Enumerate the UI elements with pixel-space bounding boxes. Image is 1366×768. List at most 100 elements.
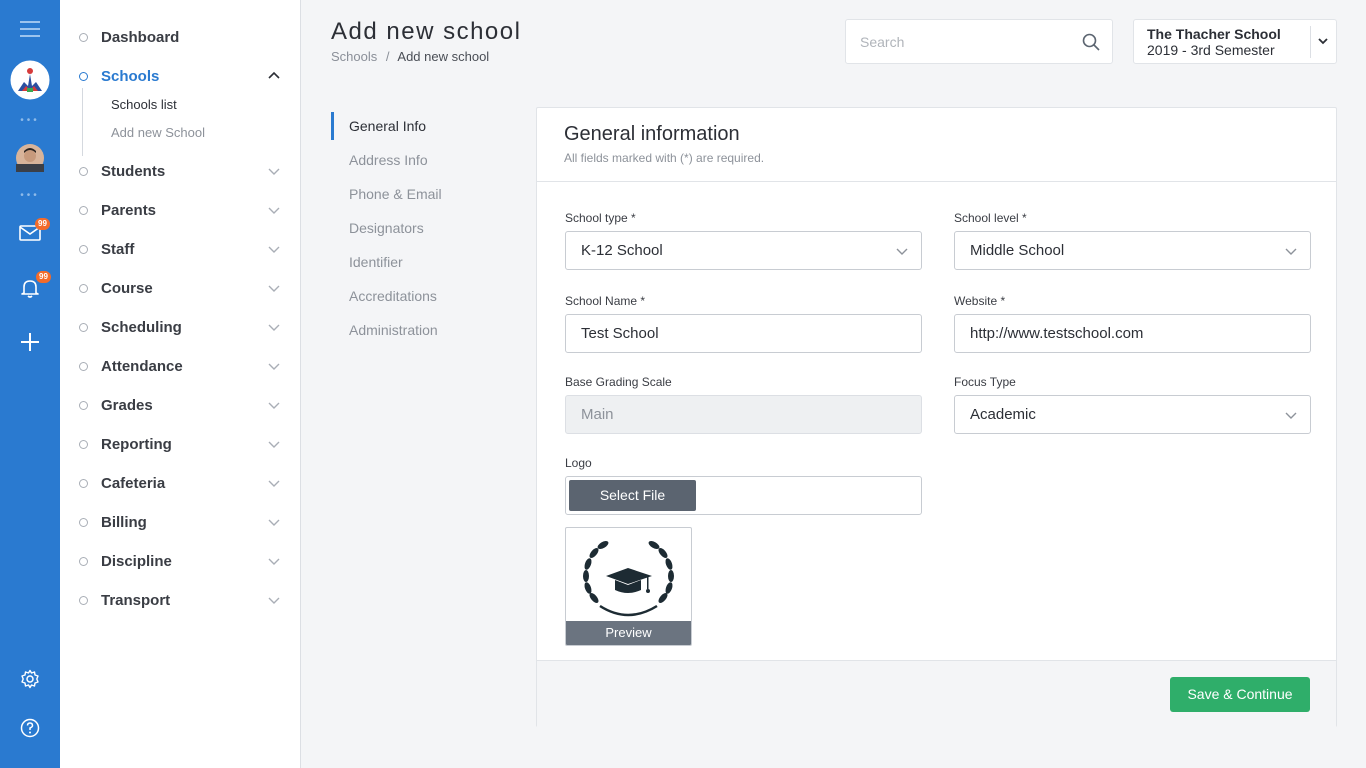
card-footer: Save & Continue <box>537 660 1336 727</box>
search-box <box>845 19 1113 64</box>
chevron-down-icon <box>268 519 280 526</box>
tab-general-info[interactable]: General Info <box>331 112 426 140</box>
card-subtitle: All fields marked with (*) are required. <box>564 151 765 165</box>
sidebar-item-label: Billing <box>101 513 147 531</box>
chevron-down-icon <box>896 248 908 255</box>
help-icon[interactable] <box>0 717 60 739</box>
sidebar-item-label: Grades <box>101 396 153 414</box>
bullet-icon <box>79 205 88 215</box>
menu-icon[interactable] <box>0 16 60 42</box>
logo-label: Logo <box>565 456 592 470</box>
search-input[interactable] <box>860 32 1070 52</box>
school-type-label: School type * <box>565 211 636 225</box>
school-level-value: Middle School <box>970 242 1065 259</box>
logo-file-input: Select File <box>565 476 922 515</box>
school-type-value: K-12 School <box>581 242 663 259</box>
submenu-line <box>82 88 83 156</box>
chevron-down-icon <box>268 324 280 331</box>
select-file-button[interactable]: Select File <box>569 480 696 511</box>
sidebar-item-dashboard[interactable]: Dashboard <box>60 22 300 52</box>
submenu-add-new-school[interactable]: Add new School <box>111 125 205 140</box>
sidebar-item-transport[interactable]: Transport <box>60 585 300 615</box>
mail-icon: 99 <box>19 217 50 246</box>
sidebar-item-label: Schools <box>101 67 160 85</box>
notification-badge: 99 <box>36 270 51 283</box>
rail-separator: ••• <box>20 190 40 201</box>
breadcrumb-schools[interactable]: Schools <box>331 49 377 64</box>
school-type-select[interactable]: K-12 School <box>565 231 922 270</box>
chevron-down-icon <box>1285 412 1297 419</box>
chevron-down-icon <box>268 207 280 214</box>
search-icon[interactable] <box>1082 33 1100 51</box>
sidebar-item-label: Cafeteria <box>101 474 166 492</box>
school-term: 2019 - 3rd Semester <box>1147 42 1275 58</box>
settings-icon[interactable] <box>0 668 60 690</box>
bullet-icon <box>79 400 88 410</box>
sidebar-item-staff[interactable]: Staff <box>60 234 300 264</box>
sidebar-nav: Dashboard Schools Schools list Add new S… <box>60 0 301 768</box>
icon-rail: ••• ••• 99 99 <box>0 0 60 768</box>
bullet-icon <box>79 71 88 81</box>
website-label: Website * <box>954 294 1006 308</box>
tab-address-info[interactable]: Address Info <box>331 146 428 174</box>
card-divider <box>537 181 1336 182</box>
chevron-down-icon <box>268 441 280 448</box>
selector-divider <box>1310 26 1311 58</box>
user-avatar[interactable] <box>0 143 60 173</box>
bell-icon: 99 <box>20 270 51 303</box>
school-selector[interactable]: The Thacher School 2019 - 3rd Semester <box>1133 19 1337 64</box>
bullet-icon <box>79 595 88 605</box>
school-name-label: School Name * <box>565 294 646 308</box>
sidebar-item-label: Discipline <box>101 552 172 570</box>
sidebar-item-label: Scheduling <box>101 318 182 336</box>
chevron-down-icon <box>268 402 280 409</box>
grading-scale-value: Main <box>581 406 614 423</box>
tab-administration[interactable]: Administration <box>331 316 438 344</box>
notifications-button[interactable]: 99 <box>0 270 60 303</box>
bullet-icon <box>79 517 88 527</box>
save-continue-button[interactable]: Save & Continue <box>1170 677 1310 712</box>
tab-designators[interactable]: Designators <box>331 214 424 242</box>
tab-phone-email[interactable]: Phone & Email <box>331 180 442 208</box>
bullet-icon <box>79 244 88 254</box>
add-icon[interactable] <box>0 330 60 354</box>
mail-button[interactable]: 99 <box>0 217 60 247</box>
sidebar-item-cafeteria[interactable]: Cafeteria <box>60 468 300 498</box>
sidebar-item-course[interactable]: Course <box>60 273 300 303</box>
general-info-card: General information All fields marked wi… <box>536 107 1337 727</box>
sidebar-item-reporting[interactable]: Reporting <box>60 429 300 459</box>
sidebar-item-students[interactable]: Students <box>60 156 300 186</box>
sidebar-item-grades[interactable]: Grades <box>60 390 300 420</box>
sidebar-item-parents[interactable]: Parents <box>60 195 300 225</box>
sidebar-item-billing[interactable]: Billing <box>60 507 300 537</box>
submenu-schools-list[interactable]: Schools list <box>111 97 177 112</box>
website-input[interactable]: http://www.testschool.com <box>954 314 1311 353</box>
chevron-down-icon <box>268 285 280 292</box>
bullet-icon <box>79 439 88 449</box>
school-name-input[interactable]: Test School <box>565 314 922 353</box>
breadcrumb-current: Add new school <box>397 49 490 64</box>
bullet-icon <box>79 32 88 42</box>
sidebar-item-label: Students <box>101 162 166 180</box>
mail-badge: 99 <box>35 217 50 230</box>
sidebar-item-attendance[interactable]: Attendance <box>60 351 300 381</box>
chevron-down-icon <box>1318 38 1328 45</box>
focus-type-select[interactable]: Academic <box>954 395 1311 434</box>
bullet-icon <box>79 478 88 488</box>
sidebar-item-discipline[interactable]: Discipline <box>60 546 300 576</box>
tab-identifier[interactable]: Identifier <box>331 248 403 276</box>
page-title: Add new school <box>331 18 522 45</box>
school-logo-avatar[interactable] <box>0 59 60 101</box>
bullet-icon <box>79 283 88 293</box>
breadcrumb-separator: / <box>385 49 390 64</box>
rail-separator: ••• <box>20 115 40 126</box>
sidebar-item-scheduling[interactable]: Scheduling <box>60 312 300 342</box>
chevron-down-icon <box>268 597 280 604</box>
chevron-down-icon <box>268 558 280 565</box>
bullet-icon <box>79 556 88 566</box>
school-level-select[interactable]: Middle School <box>954 231 1311 270</box>
sidebar-item-label: Parents <box>101 201 157 219</box>
sidebar-item-schools[interactable]: Schools <box>60 61 300 91</box>
tab-accreditations[interactable]: Accreditations <box>331 282 437 310</box>
card-title: General information <box>564 123 740 145</box>
